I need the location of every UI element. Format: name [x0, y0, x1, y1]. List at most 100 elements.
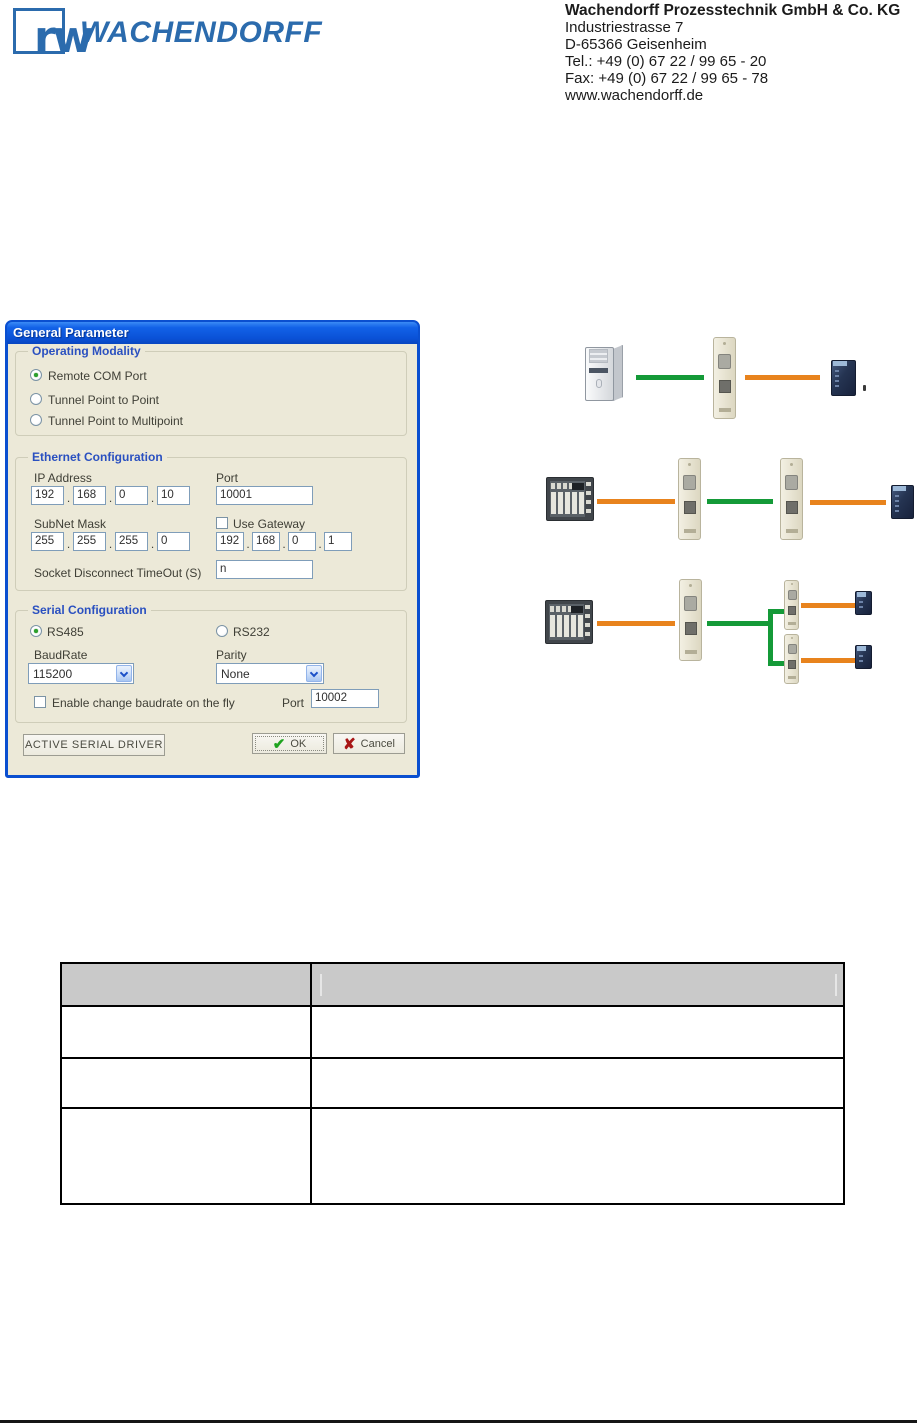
- baudrate-value: 115200: [33, 667, 73, 681]
- link-line-orange: [810, 500, 886, 505]
- use-gateway-checkbox[interactable]: [216, 517, 228, 529]
- header-tick-mark: [320, 974, 322, 996]
- page: rw WACHENDORFF Wachendorff Prozesstechni…: [0, 0, 917, 1428]
- table-cell: [60, 1057, 312, 1109]
- table-cell: [310, 1107, 845, 1205]
- logo-wordmark: WACHENDORFF: [80, 16, 323, 49]
- link-line-orange: [597, 499, 675, 504]
- converter-icon: [784, 580, 799, 630]
- subnet-octet-1[interactable]: 255: [31, 532, 64, 551]
- socket-timeout-label: Socket Disconnect TimeOut (S): [34, 566, 202, 580]
- company-web: www.wachendorff.de: [565, 87, 704, 104]
- radio-rs232[interactable]: [216, 625, 228, 637]
- subnet-octet-4[interactable]: 0: [157, 532, 190, 551]
- link-line-orange: [597, 621, 675, 626]
- ip-address-label: IP Address: [34, 471, 92, 485]
- parity-value: None: [221, 667, 250, 681]
- serial-configuration-label: Serial Configuration: [28, 603, 151, 617]
- gateway-octet-3[interactable]: 0: [288, 532, 316, 551]
- serial-configuration-group: Serial Configuration RS485 RS232 BaudRat…: [15, 603, 407, 723]
- link-line-green: [707, 621, 773, 626]
- table-cell: [60, 1107, 312, 1205]
- chevron-down-icon: [309, 668, 319, 678]
- field-device-icon: [891, 485, 914, 519]
- subnet-octet-2[interactable]: 255: [73, 532, 106, 551]
- socket-timeout-input[interactable]: n: [216, 560, 313, 579]
- operating-modality-label: Operating Modality: [28, 344, 145, 358]
- radio-remote-com-port-label: Remote COM Port: [48, 369, 147, 383]
- radio-rs232-label: RS232: [233, 625, 270, 639]
- table-cell: [310, 1057, 845, 1109]
- parameter-table: [60, 962, 845, 1205]
- ip-octet-3[interactable]: 0: [115, 486, 148, 505]
- ip-octet-4[interactable]: 10: [157, 486, 190, 505]
- radio-tunnel-point-to-multipoint-label: Tunnel Point to Multipoint: [48, 414, 183, 428]
- serial-port-input[interactable]: 10002: [311, 689, 379, 708]
- ok-button[interactable]: ✔ OK: [252, 733, 327, 754]
- wachendorff-logo-icon: rw: [13, 8, 93, 61]
- baudrate-dropdown-button[interactable]: [116, 665, 132, 682]
- converter-icon: [678, 458, 701, 540]
- gateway-octet-1[interactable]: 192: [216, 532, 244, 551]
- ethernet-port-input[interactable]: 10001: [216, 486, 313, 505]
- parity-select[interactable]: None: [216, 663, 324, 684]
- table-header-cell: [310, 962, 845, 1007]
- table-row: [60, 1107, 845, 1205]
- link-line-orange: [801, 658, 855, 663]
- ip-octet-2[interactable]: 168: [73, 486, 106, 505]
- converter-icon: [679, 579, 702, 661]
- parity-dropdown-button[interactable]: [306, 665, 322, 682]
- company-city: D-65366 Geisenheim: [565, 36, 707, 53]
- ok-button-label: OK: [290, 737, 307, 750]
- company-fax: Fax: +49 (0) 67 22 / 99 65 - 78: [565, 70, 769, 87]
- ip-address-input-group: 192. 168. 0. 10: [31, 486, 190, 505]
- radio-rs485-label: RS485: [47, 625, 84, 639]
- radio-remote-com-port[interactable]: [30, 369, 42, 381]
- ip-octet-1[interactable]: 192: [31, 486, 64, 505]
- stray-mark: [863, 385, 866, 391]
- field-device-icon: [831, 360, 856, 396]
- baudrate-fly-label: Enable change baudrate on the fly: [52, 696, 235, 710]
- baudrate-label: BaudRate: [34, 648, 88, 662]
- baudrate-select[interactable]: 115200: [28, 663, 134, 684]
- table-header-cell: [60, 962, 312, 1007]
- dialog-titlebar[interactable]: General Parameter: [7, 322, 418, 344]
- radio-tunnel-point-to-point[interactable]: [30, 393, 42, 405]
- x-icon: ✘: [343, 735, 356, 753]
- hmi-panel-icon: [546, 477, 594, 521]
- ethernet-configuration-group: Ethernet Configuration IP Address 192. 1…: [15, 450, 407, 591]
- cancel-button[interactable]: ✘ Cancel: [333, 733, 405, 754]
- link-line-green: [636, 375, 704, 380]
- subnet-mask-input-group: 255. 255. 255. 0: [31, 532, 190, 551]
- hmi-panel-icon: [545, 600, 593, 644]
- link-line-green: [707, 499, 773, 504]
- active-serial-driver-button[interactable]: ACTIVE SERIAL DRIVER: [23, 734, 165, 756]
- table-header-row: [60, 962, 845, 1007]
- table-cell: [60, 1005, 312, 1059]
- operating-modality-group: Operating Modality Remote COM Port Tunne…: [15, 344, 407, 436]
- field-device-icon: [855, 591, 872, 615]
- gateway-input-group: 192. 168. 0. 1: [216, 532, 352, 551]
- radio-tunnel-point-to-multipoint[interactable]: [30, 414, 42, 426]
- company-address-block: Wachendorff Prozesstechnik GmbH & Co. KG…: [565, 2, 917, 104]
- header-tick-mark: [835, 974, 837, 996]
- link-line-orange: [745, 375, 820, 380]
- serial-port-label: Port: [282, 696, 305, 710]
- table-row: [60, 1057, 845, 1109]
- radio-tunnel-point-to-point-label: Tunnel Point to Point: [48, 393, 159, 407]
- subnet-octet-3[interactable]: 255: [115, 532, 148, 551]
- converter-icon: [784, 634, 799, 684]
- link-line-orange: [801, 603, 855, 608]
- radio-rs485[interactable]: [30, 625, 42, 637]
- company-street: Industriestrasse 7: [565, 19, 684, 36]
- converter-icon: [780, 458, 803, 540]
- baudrate-fly-checkbox[interactable]: [34, 696, 46, 708]
- gateway-octet-4[interactable]: 1: [324, 532, 352, 551]
- check-icon: ✔: [272, 735, 286, 753]
- chevron-down-icon: [119, 668, 129, 678]
- gateway-octet-2[interactable]: 168: [252, 532, 280, 551]
- pc-tower-icon: [585, 345, 625, 403]
- table-row: [60, 1005, 845, 1059]
- table-cell: [310, 1005, 845, 1059]
- subnet-mask-label: SubNet Mask: [34, 517, 107, 531]
